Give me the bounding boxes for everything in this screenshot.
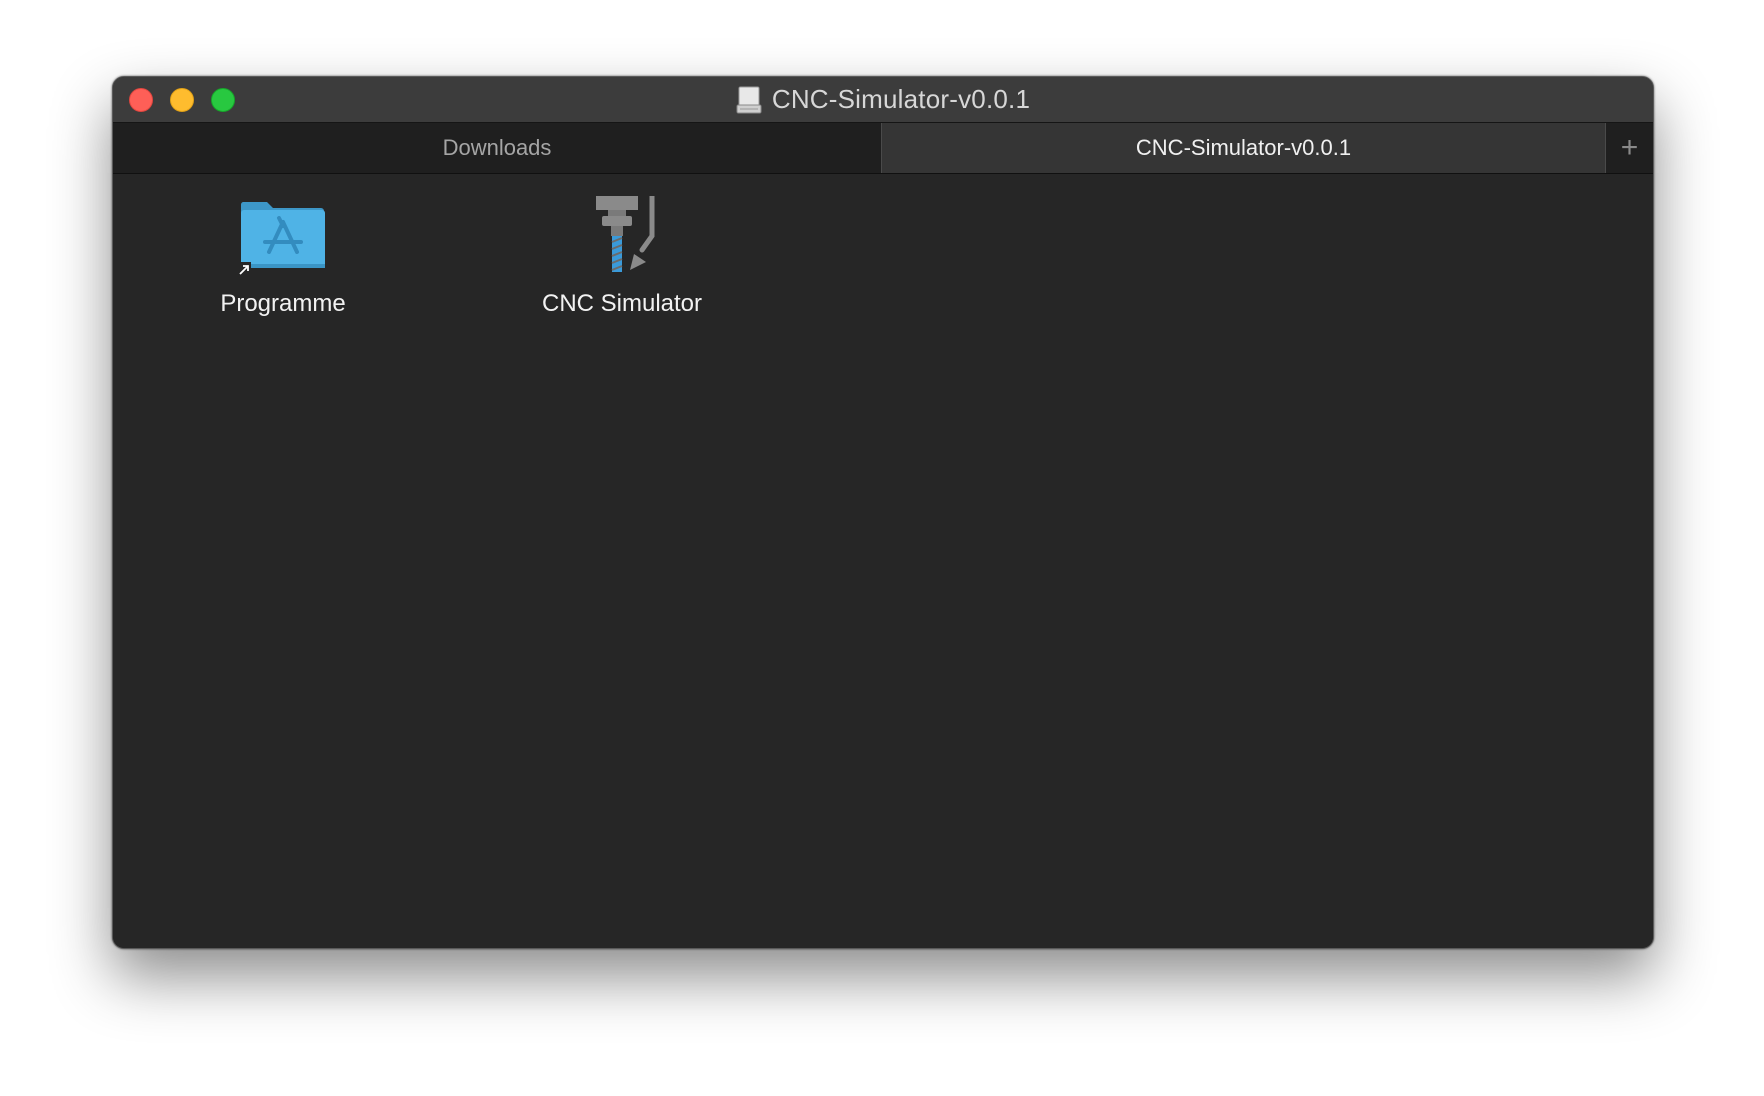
minimize-button[interactable] bbox=[170, 88, 194, 112]
disk-image-icon bbox=[736, 86, 762, 113]
maximize-button[interactable] bbox=[211, 88, 235, 112]
close-button[interactable] bbox=[129, 88, 153, 112]
applications-folder-alias-icon bbox=[237, 202, 325, 276]
cnc-simulator-app-icon bbox=[596, 196, 655, 272]
tab-bar: Downloads CNC-Simulator-v0.0.1 + bbox=[113, 122, 1653, 174]
title-bar[interactable]: CNC-Simulator-v0.0.1 bbox=[113, 77, 1653, 122]
file-browser-area[interactable]: Programme CNC Simulator bbox=[113, 174, 1653, 948]
file-item-cnc-simulator[interactable]: CNC Simulator bbox=[507, 196, 737, 318]
file-item-programme[interactable]: Programme bbox=[168, 196, 398, 318]
plus-icon: + bbox=[1620, 131, 1639, 164]
new-tab-button[interactable]: + bbox=[1606, 123, 1653, 173]
finder-window: CNC-Simulator-v0.0.1 Downloads CNC-Simul… bbox=[112, 76, 1654, 949]
window-title: CNC-Simulator-v0.0.1 bbox=[771, 84, 1031, 114]
tab-cnc-simulator[interactable]: CNC-Simulator-v0.0.1 bbox=[881, 123, 1606, 173]
item-label: Programme bbox=[220, 290, 346, 317]
tab-downloads[interactable]: Downloads bbox=[113, 123, 881, 173]
window-controls bbox=[129, 88, 235, 112]
window-title-group: CNC-Simulator-v0.0.1 bbox=[736, 84, 1030, 115]
item-label: CNC Simulator bbox=[541, 290, 703, 317]
